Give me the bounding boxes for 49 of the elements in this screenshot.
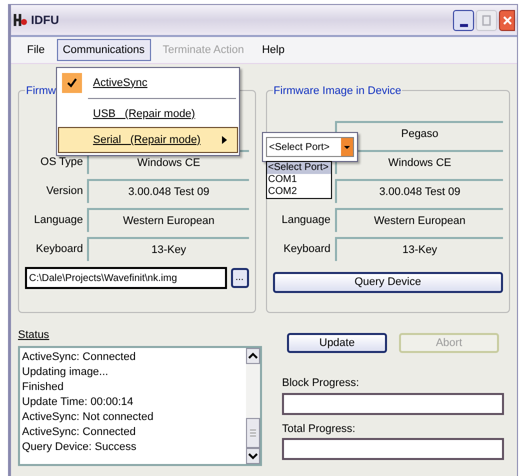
scroll-up-icon[interactable] [246, 348, 260, 364]
menu-entry[interactable]: USB (Repair mode) [58, 101, 238, 127]
value-field: Western European [87, 208, 249, 232]
window-title: IDFU [31, 12, 59, 29]
value-field: 3.00.048 Test 09 [87, 179, 249, 203]
group-title: Firmware Image in Device [272, 83, 402, 100]
submenu-arrow-icon [222, 136, 227, 144]
port-combobox[interactable]: <Select Port> [266, 137, 354, 157]
value-field: 13-Key [334, 237, 503, 261]
app-icon [13, 12, 29, 28]
value-field: Western European [334, 208, 503, 232]
progress-label: Block Progress: [282, 376, 360, 391]
menu-entry[interactable]: ActiveSync [58, 70, 238, 96]
check-icon [62, 73, 82, 93]
progress-label: Total Progress: [282, 422, 356, 436]
field-label: Language [34, 212, 83, 228]
status-line: ActiveSync: Not connected [22, 410, 154, 424]
status-line: ActiveSync: Connected [22, 350, 137, 364]
maximize-icon [482, 14, 491, 26]
status-line: Update Time: 00:00:14 [22, 394, 134, 410]
scroll-thumb-icon[interactable] [246, 418, 260, 448]
minimize-icon [460, 24, 468, 26]
update-button[interactable]: Update [287, 333, 387, 353]
field-label: Keyboard [283, 242, 331, 257]
status-line: Query Device: Success [22, 440, 138, 454]
browse-button[interactable]: ... [230, 268, 249, 288]
scroll-down-icon[interactable] [246, 448, 260, 464]
port-option[interactable]: COM2 [267, 186, 331, 198]
menu-item[interactable]: File [21, 39, 51, 61]
query-device-button[interactable]: Query Device [272, 272, 503, 293]
status-label: Status [18, 328, 50, 343]
close-button[interactable] [499, 10, 515, 30]
field-label: OS Type [40, 154, 83, 170]
status-line: Updating image... [22, 364, 110, 380]
field-label: Language [282, 212, 331, 228]
menu-entry[interactable]: Serial (Repair mode) [58, 127, 238, 153]
value-field: 13-Key [87, 237, 249, 261]
menu-item[interactable]: Help [256, 39, 291, 61]
field-label: Version [46, 184, 83, 199]
status-line: Finished [22, 380, 65, 394]
status-line: ActiveSync: Connected [22, 424, 137, 440]
field-label: Keyboard [36, 242, 83, 257]
close-icon [502, 16, 512, 24]
path-field[interactable]: C:\Dale\Projects\Wavefinit\nk.img [25, 267, 227, 289]
port-option[interactable]: <Select Port> [267, 162, 331, 174]
minimize-button[interactable] [453, 10, 474, 30]
menu-item[interactable]: Communications [56, 39, 151, 61]
value-field: 3.00.048 Test 09 [334, 179, 503, 203]
port-option[interactable]: COM1 [267, 174, 331, 186]
